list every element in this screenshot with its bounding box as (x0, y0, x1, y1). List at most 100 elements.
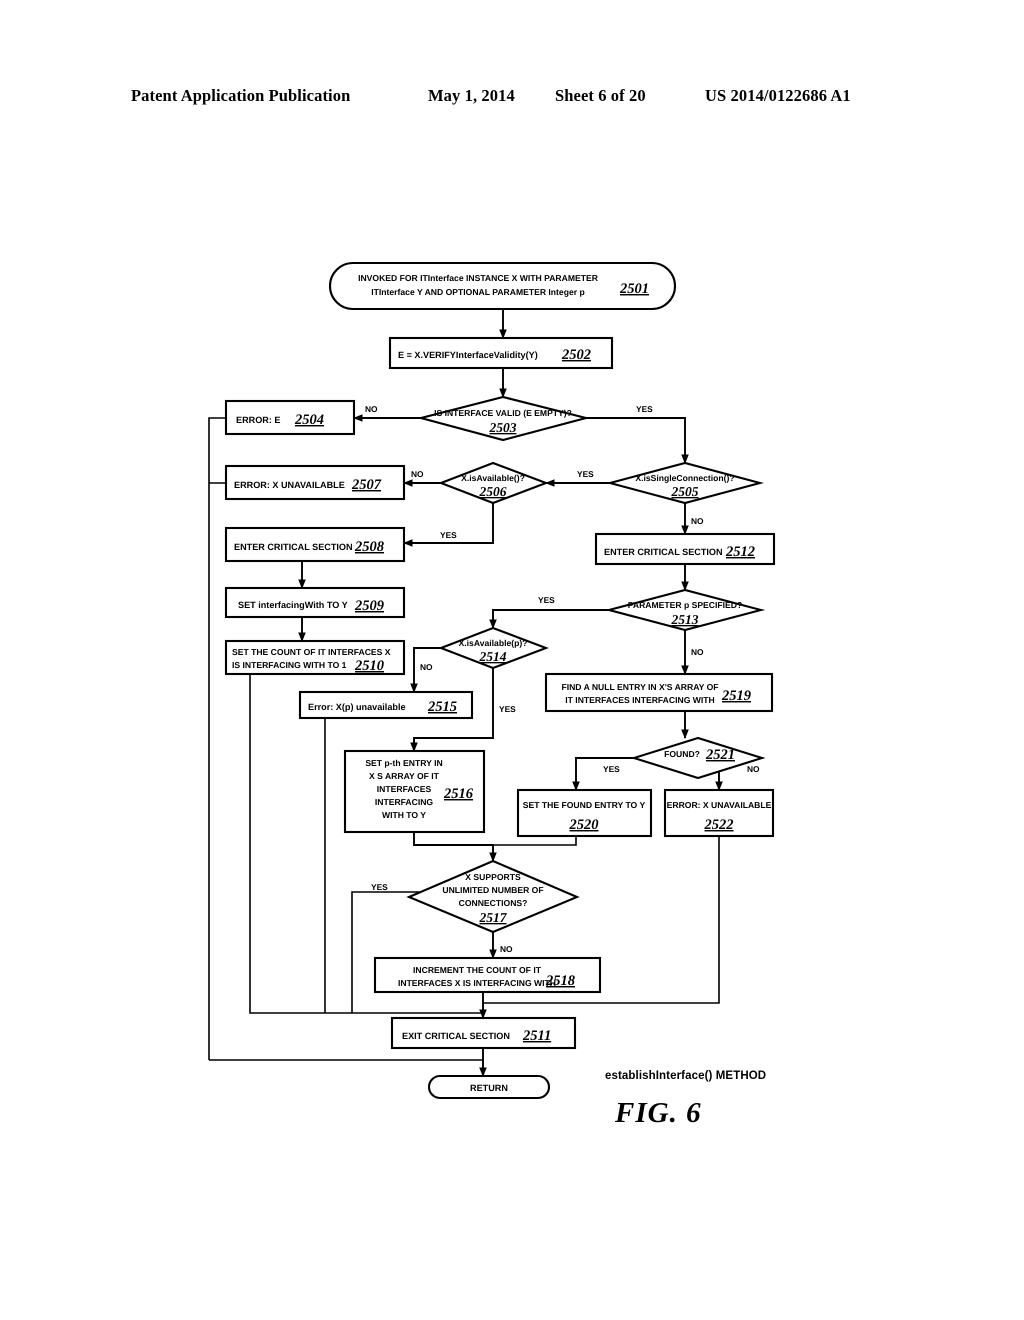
edge-2521-2520 (572, 757, 634, 791)
node-2507-line1: ERROR: X UNAVAILABLE (234, 480, 345, 490)
node-2506-ref: 2506 (479, 484, 507, 499)
edge-label-2514-yes: YES (499, 704, 516, 714)
edge-label-2517-yes: YES (371, 882, 388, 892)
node-2512-line1: ENTER CRITICAL SECTION (604, 547, 723, 557)
node-2502-ref: 2502 (561, 347, 591, 363)
node-2505[interactable]: X.isSingleConnection()? 2505 (605, 461, 765, 505)
node-2517-line3: CONNECTIONS? (459, 898, 528, 908)
node-2521[interactable]: FOUND? 2521 (630, 736, 766, 780)
node-2517-line2: UNLIMITED NUMBER OF (442, 885, 543, 895)
edge-2516-2517 (413, 832, 497, 862)
node-2502-line1: E = X.VERIFYInterfaceValidity(Y) (398, 350, 538, 360)
node-2507-ref: 2507 (351, 477, 382, 493)
node-2511[interactable]: EXIT CRITICAL SECTION 2511 (390, 1016, 577, 1050)
figure-number: FIG. 6 (615, 1097, 702, 1129)
node-2501-line1: INVOKED FOR ITInterface INSTANCE X WITH … (358, 273, 599, 283)
node-2516-line5: WITH TO Y (382, 810, 426, 820)
node-2516-line1: SET p-th ENTRY IN (365, 758, 442, 768)
node-2513[interactable]: PARAMETER p SPECIFIED? 2513 (604, 588, 766, 632)
node-2510-line1: SET THE COUNT OF IT INTERFACES X (232, 647, 391, 657)
node-2514-line1: X.isAvailable(p)? (459, 638, 528, 648)
node-2516-line4: INTERFACING (375, 797, 434, 807)
edge-label-2506-yes: YES (440, 530, 457, 540)
node-2516[interactable]: SET p-th ENTRY IN X S ARRAY OF IT INTERF… (343, 749, 486, 834)
edge-label-2514-no: NO (420, 662, 433, 672)
node-2522[interactable]: ERROR: X UNAVAILABLE 2522 (663, 788, 775, 838)
edge-2503-2505 (586, 417, 689, 464)
node-2518-ref: 2518 (545, 973, 576, 989)
edge-label-2503-yes: YES (636, 404, 653, 414)
node-2507[interactable]: ERROR: X UNAVAILABLE 2507 (224, 464, 406, 501)
edge-label-2521-yes: YES (603, 764, 620, 774)
edge-label-2505-yes: YES (577, 469, 594, 479)
node-2509-ref: 2509 (354, 598, 384, 614)
node-2501[interactable]: INVOKED FOR ITInterface INSTANCE X WITH … (328, 261, 677, 311)
node-2512-ref: 2512 (725, 544, 755, 560)
flowchart-figure: INVOKED FOR ITInterface INSTANCE X WITH … (208, 261, 776, 1100)
node-2502[interactable]: E = X.VERIFYInterfaceValidity(Y) 2502 (388, 336, 614, 370)
node-2517[interactable]: X SUPPORTS UNLIMITED NUMBER OF CONNECTIO… (406, 859, 580, 934)
node-2519-line1: FIND A NULL ENTRY IN X'S ARRAY OF (561, 682, 718, 692)
node-2510[interactable]: SET THE COUNT OF IT INTERFACES X IS INTE… (224, 639, 406, 676)
node-2517-ref: 2517 (479, 910, 508, 925)
edge-label-2521-no: NO (747, 764, 760, 774)
node-2522-line1: ERROR: X UNAVAILABLE (667, 800, 772, 810)
patent-page: Patent Application Publication May 1, 20… (0, 0, 1024, 1320)
node-2505-ref: 2505 (671, 484, 699, 499)
node-2521-ref: 2521 (705, 747, 735, 763)
node-2503-line1: IS INTERFACE VALID (E EMPTY)? (434, 408, 572, 418)
node-2513-ref: 2513 (671, 612, 699, 627)
node-2519[interactable]: FIND A NULL ENTRY IN X'S ARRAY OF IT INT… (544, 672, 774, 713)
edge-2520-2517 (493, 836, 577, 846)
node-2521-line1: FOUND? (664, 749, 700, 759)
node-2514[interactable]: X.isAvailable(p)? 2514 (438, 626, 549, 670)
node-2501-line2: ITInterface Y AND OPTIONAL PARAMETER Int… (371, 287, 584, 297)
node-2519-line2: IT INTERFACES INTERFACING WITH (565, 695, 714, 705)
edge-label-2513-no: NO (691, 647, 704, 657)
node-2516-ref: 2516 (443, 786, 474, 802)
edge-2504-return-rail (208, 417, 226, 1060)
node-2520-ref: 2520 (569, 817, 599, 833)
edge-2513-2514 (489, 609, 609, 629)
node-2503-ref: 2503 (489, 420, 517, 435)
node-2517-line1: X SUPPORTS (465, 872, 521, 882)
node-2518-line1: INCREMENT THE COUNT OF IT (413, 965, 542, 975)
node-2505-line1: X.isSingleConnection()? (635, 473, 734, 483)
edge-label-2513-yes: YES (538, 595, 555, 605)
method-caption: establishInterface() METHOD (605, 1070, 767, 1082)
node-2522-ref: 2522 (704, 817, 734, 833)
node-2513-line1: PARAMETER p SPECIFIED? (628, 600, 742, 610)
node-2512[interactable]: ENTER CRITICAL SECTION 2512 (594, 532, 776, 566)
node-2506[interactable]: X.isAvailable()? 2506 (438, 461, 549, 505)
edge-2517-yes (351, 891, 432, 1013)
node-2503[interactable]: IS INTERFACE VALID (E EMPTY)? 2503 (416, 395, 591, 442)
node-2509[interactable]: SET interfacingWith TO Y 2509 (224, 586, 406, 619)
node-2508-line1: ENTER CRITICAL SECTION (234, 542, 353, 552)
edge-label-2503-no: NO (365, 404, 378, 414)
edge-label-2506-no: NO (411, 469, 424, 479)
edge-label-2505-no: NO (691, 516, 704, 526)
node-2509-line1: SET interfacingWith TO Y (238, 600, 348, 610)
node-2510-line2: IS INTERFACING WITH TO 1 (232, 660, 347, 670)
node-2508-ref: 2508 (354, 539, 385, 555)
node-2519-ref: 2519 (721, 688, 751, 704)
node-2514-ref: 2514 (479, 649, 507, 664)
node-2511-ref: 2511 (522, 1028, 551, 1044)
node-2515-ref: 2515 (427, 699, 457, 715)
node-2504-ref: 2504 (294, 412, 324, 428)
node-2501-ref: 2501 (619, 281, 649, 297)
node-2508[interactable]: ENTER CRITICAL SECTION 2508 (224, 526, 406, 563)
node-2516-line3: INTERFACES (377, 784, 432, 794)
node-2511-line1: EXIT CRITICAL SECTION (402, 1031, 510, 1041)
node-2518-line2: INTERFACES X IS INTERFACING WITH (398, 978, 556, 988)
node-2518[interactable]: INCREMENT THE COUNT OF IT INTERFACES X I… (373, 956, 602, 994)
node-2506-line1: X.isAvailable()? (461, 473, 525, 483)
node-return-label: RETURN (470, 1083, 508, 1093)
node-2515-line1: Error: X(p) unavailable (308, 702, 406, 712)
node-2515[interactable]: Error: X(p) unavailable 2515 (298, 690, 474, 720)
node-2504[interactable]: ERROR: E 2504 (224, 399, 356, 436)
node-2520-line1: SET THE FOUND ENTRY TO Y (523, 800, 646, 810)
node-return[interactable]: RETURN (427, 1074, 551, 1100)
node-2520[interactable]: SET THE FOUND ENTRY TO Y 2520 (516, 788, 653, 838)
node-2510-ref: 2510 (354, 658, 384, 674)
